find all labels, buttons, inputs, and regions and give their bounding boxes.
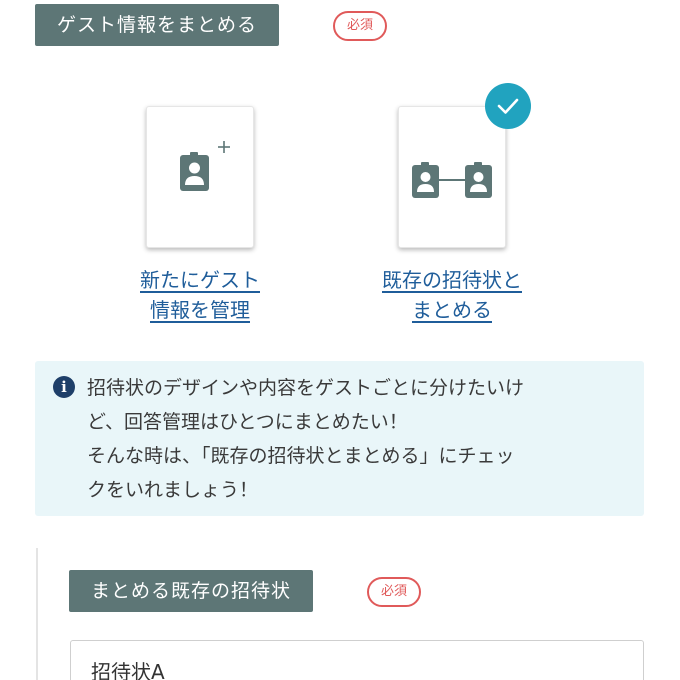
- info-text-line: そんな時は、「既存の招待状とまとめる」にチェッ: [87, 445, 515, 467]
- info-icon: i: [53, 376, 75, 398]
- required-badge: 必須: [333, 11, 388, 41]
- badge-plus-icon: [180, 141, 230, 191]
- new-guest-info-link[interactable]: 新たにゲスト 情報を管理: [110, 265, 290, 325]
- new-guest-info-option-card[interactable]: [146, 106, 254, 248]
- existing-invitation-input[interactable]: [70, 640, 644, 680]
- merge-invitation-section-label: まとめる既存の招待状: [69, 570, 314, 612]
- page: ゲスト情報をまとめる 必須 新たにゲスト 情報を管理 既存の招待状と まとめる …: [0, 0, 680, 680]
- required-badge: 必須: [367, 577, 422, 607]
- two-badges-linked-icon: [412, 162, 492, 198]
- info-text: 招待状のデザインや内容をゲストごとに分けたいけ ど、回答管理はひとつにまとめたい…: [87, 371, 635, 507]
- new-guest-info-link-line2: 情報を管理: [150, 298, 250, 322]
- info-text-line: クをいれましょう！: [87, 479, 259, 501]
- nested-section-rule: [36, 548, 38, 680]
- merge-existing-invitation-link-line2: まとめる: [412, 298, 492, 322]
- new-guest-info-link-line1: 新たにゲスト: [140, 268, 260, 292]
- merge-existing-invitation-link[interactable]: 既存の招待状と まとめる: [362, 265, 542, 325]
- merge-existing-invitation-link-line1: 既存の招待状と: [382, 268, 522, 292]
- guest-info-section-label: ゲスト情報をまとめる: [35, 4, 280, 46]
- selected-check-badge: [485, 83, 531, 129]
- info-text-line: 招待状のデザインや内容をゲストごとに分けたいけ: [87, 377, 525, 399]
- info-text-line: ど、回答管理はひとつにまとめたい！: [87, 411, 408, 433]
- info-box: i 招待状のデザインや内容をゲストごとに分けたいけ ど、回答管理はひとつにまとめ…: [35, 361, 644, 516]
- checkmark-icon: [497, 98, 519, 114]
